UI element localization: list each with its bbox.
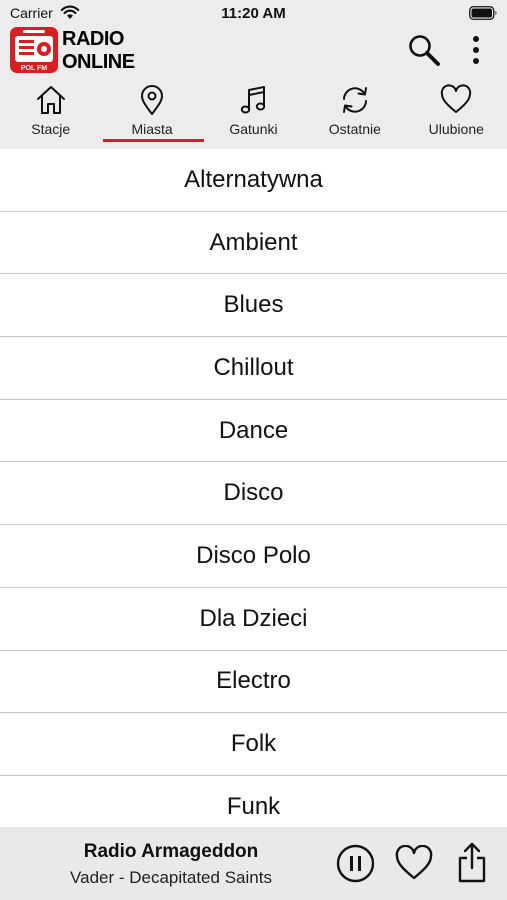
genre-item-disco-polo[interactable]: Disco Polo [0,525,507,588]
radio-logo-icon: POL FM [10,27,58,73]
genre-item-disco[interactable]: Disco [0,462,507,526]
tab-ostatnie[interactable]: Ostatnie [304,83,405,147]
genre-item-folk[interactable]: Folk [0,713,507,776]
more-options-icon[interactable] [468,35,484,65]
music-note-icon [241,86,266,114]
app-logo: POL FM RADIO ONLINE [10,27,138,75]
app-header: Carrier 11:20 AM POL FM RADIO ONLINE Sta… [0,0,507,149]
genre-item-ambient[interactable]: Ambient [0,212,507,275]
battery-icon [469,6,497,20]
home-icon [36,86,65,114]
tab-label: Ostatnie [328,121,381,137]
genre-item-chillout[interactable]: Chillout [0,337,507,400]
tab-label: Stacje [31,121,71,137]
mini-player[interactable]: Radio Armageddon Vader - Decapitated Sai… [0,827,507,900]
selected-tab-indicator [103,139,204,142]
genre-item-funk[interactable]: Funk [0,776,507,827]
tab-bar: Stacje Miasta Gatunki Ostatnie Ulubione [0,83,507,147]
pause-icon[interactable] [336,844,375,883]
genre-item-blues[interactable]: Blues [0,274,507,338]
status-time: 11:20 AM [221,5,286,22]
status-bar: Carrier 11:20 AM [0,0,507,26]
tab-label: Ulubione [428,121,484,137]
now-playing-track: Vader - Decapitated Saints [70,868,272,887]
tab-gatunki[interactable]: Gatunki [203,83,304,147]
refresh-icon [342,87,367,113]
genre-list: Alternatywna Ambient Blues Chillout Danc… [0,149,507,827]
now-playing-station: Radio Armageddon [83,841,259,862]
tab-miasta[interactable]: Miasta [101,83,202,147]
location-pin-icon [141,85,164,115]
genre-item-alternatywna[interactable]: Alternatywna [0,149,507,212]
tab-ulubione[interactable]: Ulubione [406,83,507,147]
logo-line-2: ONLINE [62,51,135,73]
logo-badge-text: POL FM [21,65,47,72]
logo-text: RADIO ONLINE [62,28,135,74]
tab-label: Gatunki [229,121,278,137]
genre-item-dla-dzieci[interactable]: Dla Dzieci [0,588,507,651]
tab-stacje[interactable]: Stacje [0,83,101,147]
heart-icon [441,84,472,113]
search-icon[interactable] [407,33,441,67]
share-icon[interactable] [457,841,487,883]
tab-label: Miasta [131,121,173,137]
favorite-heart-icon[interactable] [395,845,433,881]
genre-item-dance[interactable]: Dance [0,400,507,463]
genre-item-electro[interactable]: Electro [0,651,507,714]
logo-line-1: RADIO [62,28,124,50]
